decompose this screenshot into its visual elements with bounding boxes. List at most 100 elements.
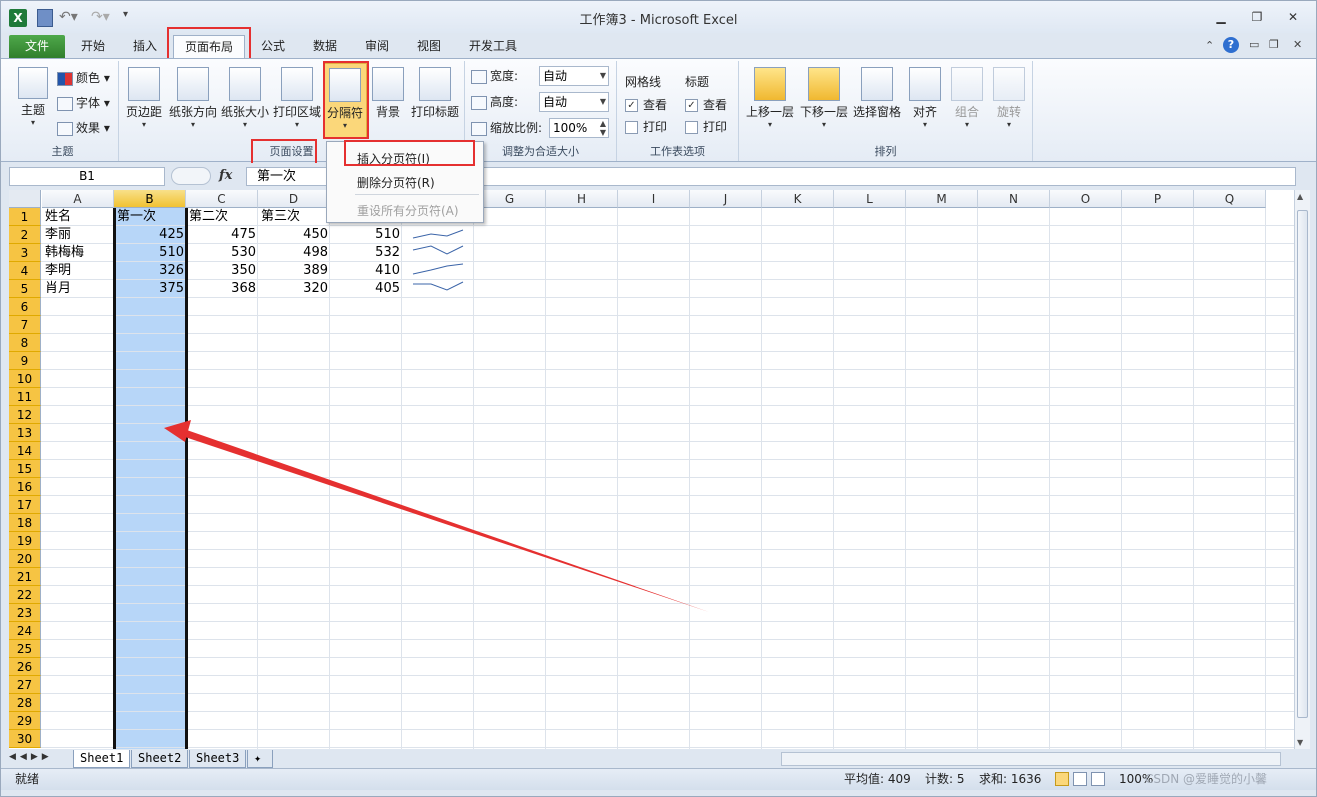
orientation-icon [177,67,209,101]
scale-label-row: 缩放比例: [471,117,542,139]
chevron-down-icon: ▼ [599,97,606,106]
bring-forward-label: 上移一层 [745,105,794,119]
excel-window: X ↶▾ ↷▾ ▾ 工作簿3 - Microsoft Excel ▁ ❐ ✕ 文… [0,0,1317,797]
effects-label: 效果 [76,121,101,135]
effects-icon [57,121,73,136]
gridlines-print-label: 打印 [643,120,668,134]
menu-item-reset-page-breaks[interactable]: 重设所有分页符(A) [357,202,459,219]
effects-button[interactable]: 效果 ▾ [57,117,110,139]
size-button[interactable]: 纸张大小 ▾ [219,63,271,129]
annotation-arrow [164,420,709,612]
insert-function-icon[interactable]: fx [219,168,241,183]
fonts-label: 字体 [76,96,101,110]
group-sheet-options: 网格线 标题 ✓ 查看 ✓ 查看 打印 打印 工作表选项 [617,61,739,161]
height-label: 高度: [490,95,519,109]
margins-label: 页边距 [125,105,162,119]
sheet-tab-2[interactable]: Sheet2 [131,750,189,768]
status-sum: 求和: 1636 [979,772,1042,786]
themes-label: 主题 [20,103,45,117]
chevron-down-icon: ▼ [599,71,606,80]
headings-view-checkbox[interactable]: ✓ 查看 [685,94,727,116]
tab-page-layout[interactable]: 页面布局 [173,35,245,59]
doc-close-icon[interactable]: ✕ [1293,38,1302,51]
horizontal-scrollbar[interactable] [781,752,1281,766]
sheet-tab-bar: ◀◀▶▶ Sheet1 Sheet2 Sheet3 ✦ [1,750,1316,768]
tab-file[interactable]: 文件 [9,35,65,59]
page-break-preview-icon[interactable] [1091,772,1105,786]
colors-button[interactable]: 颜色 ▾ [57,67,110,89]
checkbox-empty-icon [685,121,698,134]
tab-review[interactable]: 审阅 [355,35,399,59]
fonts-button[interactable]: 字体 ▾ [57,92,110,114]
sheet-tab-1[interactable]: Sheet1 [73,750,131,768]
gridlines-label: 网格线 [625,75,662,89]
dropdown-arrow-icon: ▾ [922,120,927,129]
help-icon[interactable]: ? [1223,37,1239,53]
dropdown-arrow-icon: ▾ [1006,120,1011,129]
title-bar: X ↶▾ ↷▾ ▾ 工作簿3 - Microsoft Excel ▁ ❐ ✕ [1,1,1316,33]
worksheet-grid[interactable]: ABCDEFGHIJKLMNOPQ 1234567891011121314151… [9,190,1294,749]
formula-expand-handle[interactable] [171,167,211,185]
normal-view-icon[interactable] [1055,772,1069,786]
gridlines-view-label: 查看 [643,98,668,112]
size-icon [229,67,261,101]
orientation-button[interactable]: 纸张方向 ▾ [167,63,219,129]
tab-insert[interactable]: 插入 [123,35,167,59]
insert-sheet-icon[interactable]: ✦ [247,750,273,768]
scroll-down-icon[interactable]: ▼ [1297,738,1303,747]
fonts-icon [57,96,73,111]
sheet-nav-icon[interactable]: ◀◀▶▶ [9,752,53,762]
tab-data[interactable]: 数据 [303,35,347,59]
doc-restore-icon[interactable]: ❐ [1269,38,1279,51]
tab-view[interactable]: 视图 [407,35,451,59]
tab-home[interactable]: 开始 [71,35,115,59]
send-backward-button[interactable]: 下移一层 ▾ [797,63,851,129]
menu-item-insert-page-break[interactable]: 插入分页符(I) [357,150,430,167]
breaks-label: 分隔符 [326,106,363,120]
menu-item-remove-page-break[interactable]: 删除分页符(R) [357,174,435,191]
align-button[interactable]: 对齐 ▾ [905,63,945,129]
send-backward-label: 下移一层 [799,105,848,119]
name-box[interactable]: B1 [9,167,165,186]
print-titles-button[interactable]: 打印标题 [407,63,463,120]
ribbon-minimize-icon[interactable]: ⌃ [1205,39,1214,52]
sheet-tab-3[interactable]: Sheet3 [189,750,247,768]
selection-pane-button[interactable]: 选择窗格 [851,63,903,120]
scale-spinner[interactable]: 100% ▲ ▼ [549,118,609,138]
scroll-thumb[interactable] [1297,210,1308,718]
checkbox-checked-icon: ✓ [625,99,638,112]
bring-forward-button[interactable]: 上移一层 ▾ [743,63,797,129]
group-objects-button[interactable]: 组合 ▾ [947,63,987,129]
headings-print-checkbox[interactable]: 打印 [685,116,727,138]
background-button[interactable]: 背景 [369,63,407,120]
dropdown-arrow-icon: ▾ [964,120,969,129]
minimize-button[interactable]: ▁ [1209,9,1233,25]
rotate-button[interactable]: 旋转 ▾ [989,63,1029,129]
width-select[interactable]: 自动 ▼ [539,66,609,86]
page-layout-view-icon[interactable] [1073,772,1087,786]
height-select[interactable]: 自动 ▼ [539,92,609,112]
gridlines-print-checkbox[interactable]: 打印 [625,116,667,138]
selection-pane-icon [861,67,893,101]
tab-developer[interactable]: 开发工具 [459,35,527,59]
group-arrange: 上移一层 ▾ 下移一层 ▾ 选择窗格 对齐 ▾ 组合 ▾ 旋转 ▾ 排列 [739,61,1033,161]
scale-label: 缩放比例: [490,121,543,135]
print-area-button[interactable]: 打印区域 ▾ [271,63,323,129]
tab-formulas[interactable]: 公式 [251,35,295,59]
menu-divider [355,194,479,195]
themes-button[interactable]: 主题 ▾ [11,63,55,127]
restore-button[interactable]: ❐ [1245,9,1269,25]
align-icon [909,67,941,101]
margins-button[interactable]: 页边距 ▾ [121,63,167,129]
doc-minimize-icon[interactable]: ▭ [1249,38,1259,51]
breaks-button[interactable]: 分隔符 ▾ [323,63,367,139]
width-label-row: 宽度: [471,65,518,87]
send-backward-icon [808,67,840,101]
vertical-scrollbar[interactable]: ▲ ▼ [1294,190,1310,749]
background-icon [372,67,404,101]
scroll-up-icon[interactable]: ▲ [1297,192,1303,201]
ribbon-tabs: 文件 开始 插入 页面布局 公式 数据 审阅 视图 开发工具 ⌃ ? ▭ ❐ ✕ [1,33,1316,59]
window-title: 工作簿3 - Microsoft Excel [579,13,738,28]
gridlines-view-checkbox[interactable]: ✓ 查看 [625,94,667,116]
close-button[interactable]: ✕ [1281,9,1305,25]
